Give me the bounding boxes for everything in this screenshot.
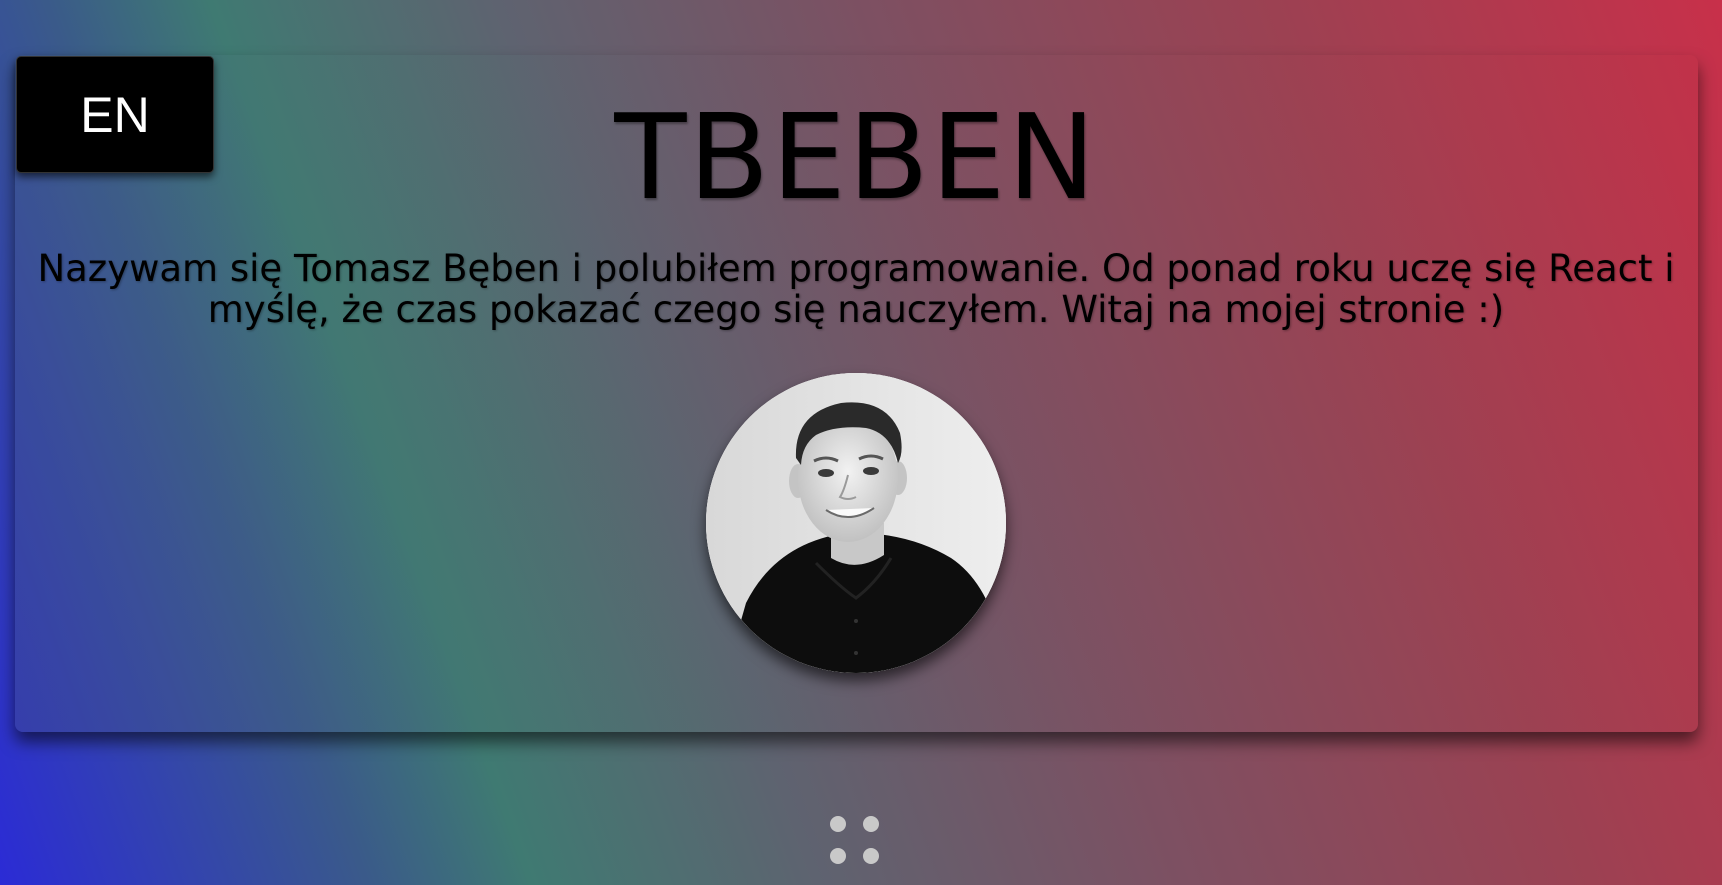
intro-text: Nazywam się Tomasz Bęben i polubiłem pro… xyxy=(37,247,1675,331)
grid-dots-icon xyxy=(863,816,879,832)
page-title: TBEBEN xyxy=(614,88,1098,226)
avatar xyxy=(706,373,1006,673)
profile-photo xyxy=(706,373,1006,673)
grid-dots-icon xyxy=(830,816,846,832)
grid-dots-icon xyxy=(863,848,879,864)
menu-grid-button[interactable] xyxy=(830,816,882,868)
grid-dots-icon xyxy=(830,848,846,864)
